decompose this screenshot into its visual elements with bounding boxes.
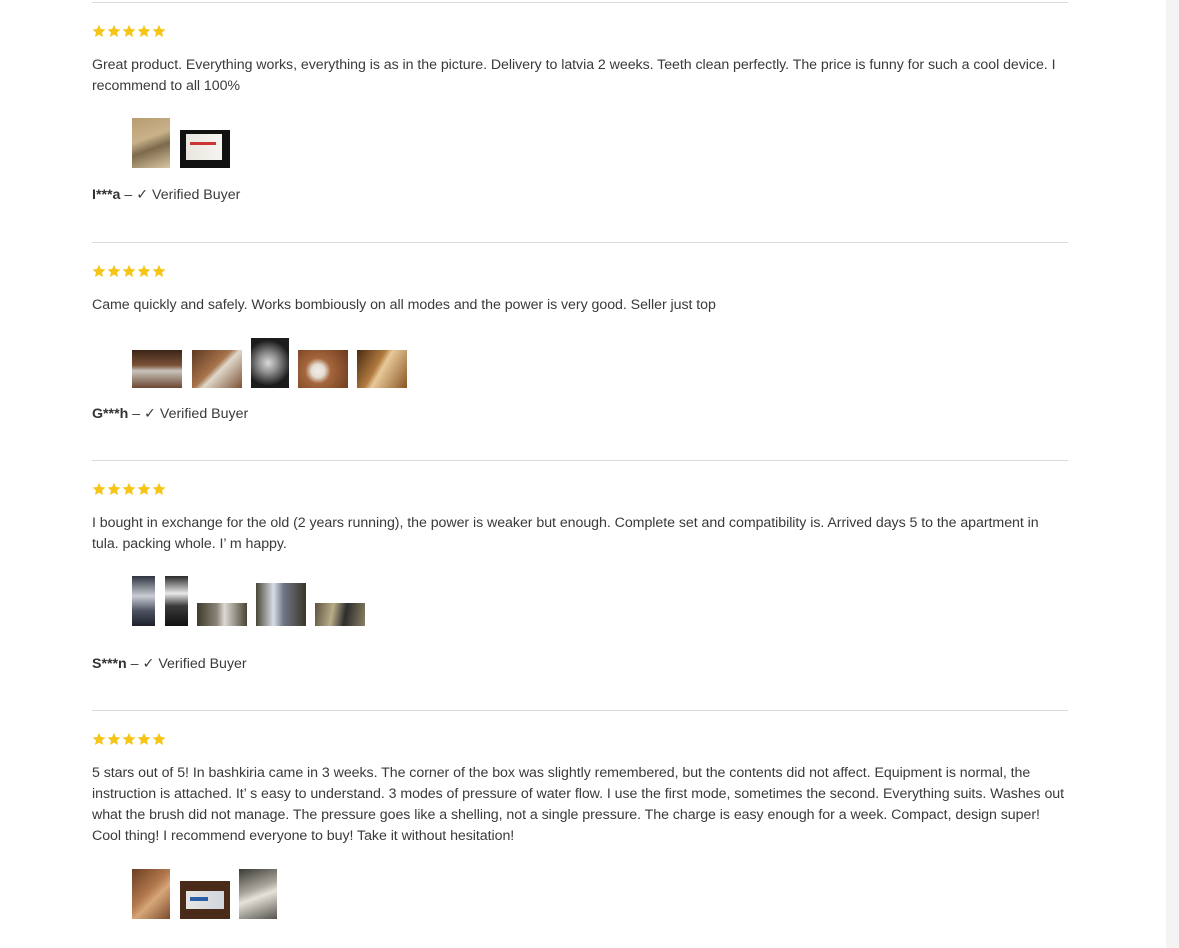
- review-author: G***h – ✓ Verified Buyer: [92, 404, 1068, 424]
- verified-buyer-label: Verified Buyer: [152, 187, 241, 203]
- star-icon: [122, 264, 136, 277]
- review-text: Great product. Everything works, everyth…: [92, 57, 1056, 94]
- star-icon: [137, 24, 151, 37]
- review-photo[interactable]: [132, 576, 155, 626]
- review-photo[interactable]: [251, 338, 289, 388]
- star-icon: [137, 732, 151, 745]
- review-photo[interactable]: [315, 603, 365, 626]
- review-photo[interactable]: [180, 130, 230, 168]
- star-rating: [92, 264, 1068, 280]
- review-divider: [92, 460, 1068, 461]
- star-icon: [152, 732, 166, 745]
- review-divider: [92, 710, 1068, 711]
- star-icon: [152, 264, 166, 277]
- review-photos: [92, 576, 1068, 626]
- star-icon: [152, 24, 166, 37]
- checkmark-icon: ✓: [144, 406, 156, 422]
- review-photo[interactable]: [298, 350, 348, 388]
- review-text: Came quickly and safely. Works bombiousl…: [92, 297, 716, 313]
- review-item: Came quickly and safely. Works bombiousl…: [92, 264, 1068, 424]
- review-item: I bought in exchange for the old (2 year…: [92, 482, 1068, 674]
- star-rating: [92, 24, 1068, 40]
- star-icon: [107, 264, 121, 277]
- review-divider: [92, 2, 1068, 3]
- star-icon: [92, 24, 106, 37]
- review-item: 5 stars out of 5! In bashkiria came in 3…: [92, 732, 1068, 919]
- review-photo[interactable]: [192, 350, 242, 388]
- reviews-list: Great product. Everything works, everyth…: [92, 0, 1068, 919]
- review-photo[interactable]: [256, 583, 306, 626]
- review-photos: [92, 338, 1068, 388]
- author-name: G***h: [92, 406, 129, 422]
- scrollbar-track[interactable]: [1166, 0, 1179, 948]
- star-icon: [107, 732, 121, 745]
- review-item: Great product. Everything works, everyth…: [92, 24, 1068, 205]
- author-name: I***a: [92, 187, 121, 203]
- author-separator: –: [120, 187, 137, 203]
- review-photo[interactable]: [132, 118, 170, 168]
- star-rating: [92, 732, 1068, 748]
- star-icon: [137, 264, 151, 277]
- author-name: S***n: [92, 656, 127, 672]
- star-icon: [107, 24, 121, 37]
- review-author: I***a – ✓ Verified Buyer: [92, 185, 1068, 205]
- review-text: I bought in exchange for the old (2 year…: [92, 515, 1039, 552]
- star-icon: [92, 264, 106, 277]
- star-icon: [92, 732, 106, 745]
- review-divider: [92, 242, 1068, 243]
- star-icon: [152, 482, 166, 495]
- star-icon: [122, 732, 136, 745]
- review-photo[interactable]: [165, 576, 188, 626]
- review-photo[interactable]: [357, 350, 407, 388]
- checkmark-icon: ✓: [136, 187, 149, 203]
- star-rating: [92, 482, 1068, 498]
- review-photo[interactable]: [132, 350, 182, 388]
- star-icon: [107, 482, 121, 495]
- review-photo[interactable]: [132, 869, 170, 919]
- star-icon: [92, 482, 106, 495]
- review-photo[interactable]: [180, 881, 230, 919]
- review-photo[interactable]: [239, 869, 277, 919]
- review-text: 5 stars out of 5! In bashkiria came in 3…: [92, 765, 1065, 844]
- star-icon: [137, 482, 151, 495]
- star-icon: [122, 24, 136, 37]
- verified-buyer-label: Verified Buyer: [158, 656, 247, 672]
- review-author: S***n – ✓ Verified Buyer: [92, 654, 1068, 674]
- author-separator: –: [126, 656, 143, 672]
- review-photo[interactable]: [197, 603, 247, 626]
- author-separator: –: [128, 406, 145, 422]
- review-photos: [92, 869, 1068, 919]
- checkmark-icon: ✓: [142, 656, 155, 672]
- review-photos: [92, 118, 1068, 168]
- verified-buyer-label: Verified Buyer: [159, 406, 249, 422]
- star-icon: [122, 482, 136, 495]
